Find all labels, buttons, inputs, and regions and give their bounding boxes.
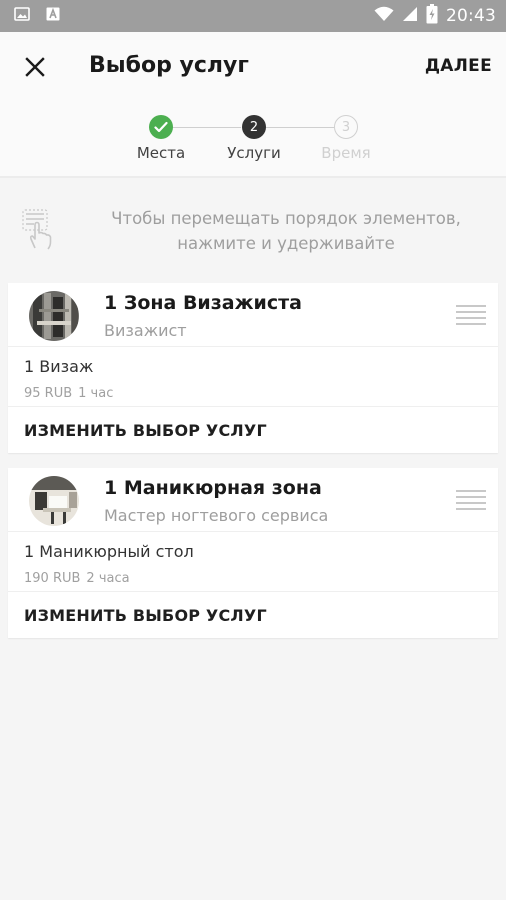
check-icon (149, 115, 173, 139)
service-item: 1 Маникюрный стол 190 RUB 2 часа (8, 532, 498, 592)
step-services[interactable]: 2 Услуги (204, 115, 304, 162)
service-name: 1 Маникюрный стол (24, 542, 194, 561)
avatar (29, 476, 79, 526)
app-bar: Выбор услуг ДАЛЕЕ (0, 32, 506, 102)
touch-hold-icon (22, 208, 56, 257)
next-button[interactable]: ДАЛЕЕ (425, 56, 492, 76)
hint-text-line: нажмите и удерживайте (177, 234, 395, 253)
service-name: 1 Визаж (24, 357, 94, 376)
hint-text-line: Чтобы перемещать порядок элементов, (111, 209, 461, 228)
change-services-button[interactable]: ИЗМЕНИТЬ ВЫБОР УСЛУГ (8, 407, 498, 453)
card-title: 1 Маникюрная зона (104, 477, 322, 499)
card-header: 1 Зона Визажиста Визажист (8, 283, 498, 347)
avatar (29, 291, 79, 341)
hint-text: Чтобы перемещать порядок элементов, нажм… (80, 206, 492, 256)
battery-icon (426, 3, 438, 29)
image-icon (14, 6, 30, 26)
wifi-icon (374, 6, 394, 27)
step-time[interactable]: 3 Время (296, 115, 396, 162)
step-label: Места (136, 144, 186, 162)
place-card[interactable]: 1 Зона Визажиста Визажист 1 Визаж 95 RUB… (8, 283, 498, 453)
card-title: 1 Зона Визажиста (104, 292, 302, 314)
status-bar-left (14, 6, 60, 26)
close-icon (25, 57, 45, 77)
change-services-button[interactable]: ИЗМЕНИТЬ ВЫБОР УСЛУГ (8, 592, 498, 638)
a-icon (46, 7, 60, 26)
step-places[interactable]: Места (111, 115, 211, 162)
signal-icon (402, 6, 418, 27)
card-subtitle: Мастер ногтевого сервиса (104, 506, 329, 525)
status-bar-right: 20:43 (374, 3, 496, 29)
page-title: Выбор услуг (89, 53, 249, 78)
drag-handle-icon[interactable] (456, 305, 486, 329)
stepper: Места 2 Услуги 3 Время (0, 102, 506, 178)
card-subtitle: Визажист (104, 321, 187, 340)
step-number: 3 (334, 115, 358, 139)
service-duration: 1 час (78, 386, 114, 401)
drag-handle-icon[interactable] (456, 490, 486, 514)
service-price: 95 RUB (24, 386, 73, 401)
step-number: 2 (242, 115, 266, 139)
service-price: 190 RUB (24, 571, 81, 586)
service-duration: 2 часа (86, 571, 130, 586)
service-meta: 190 RUB 2 часа (24, 571, 130, 586)
close-button[interactable] (14, 46, 56, 88)
reorder-hint: Чтобы перемещать порядок элементов, нажм… (0, 200, 506, 264)
status-time: 20:43 (446, 6, 496, 26)
step-label: Время (321, 144, 371, 162)
step-label: Услуги (227, 144, 281, 162)
service-item: 1 Визаж 95 RUB 1 час (8, 347, 498, 407)
status-bar: 20:43 (0, 0, 506, 32)
card-header: 1 Маникюрная зона Мастер ногтевого серви… (8, 468, 498, 532)
place-card[interactable]: 1 Маникюрная зона Мастер ногтевого серви… (8, 468, 498, 638)
service-meta: 95 RUB 1 час (24, 386, 113, 401)
